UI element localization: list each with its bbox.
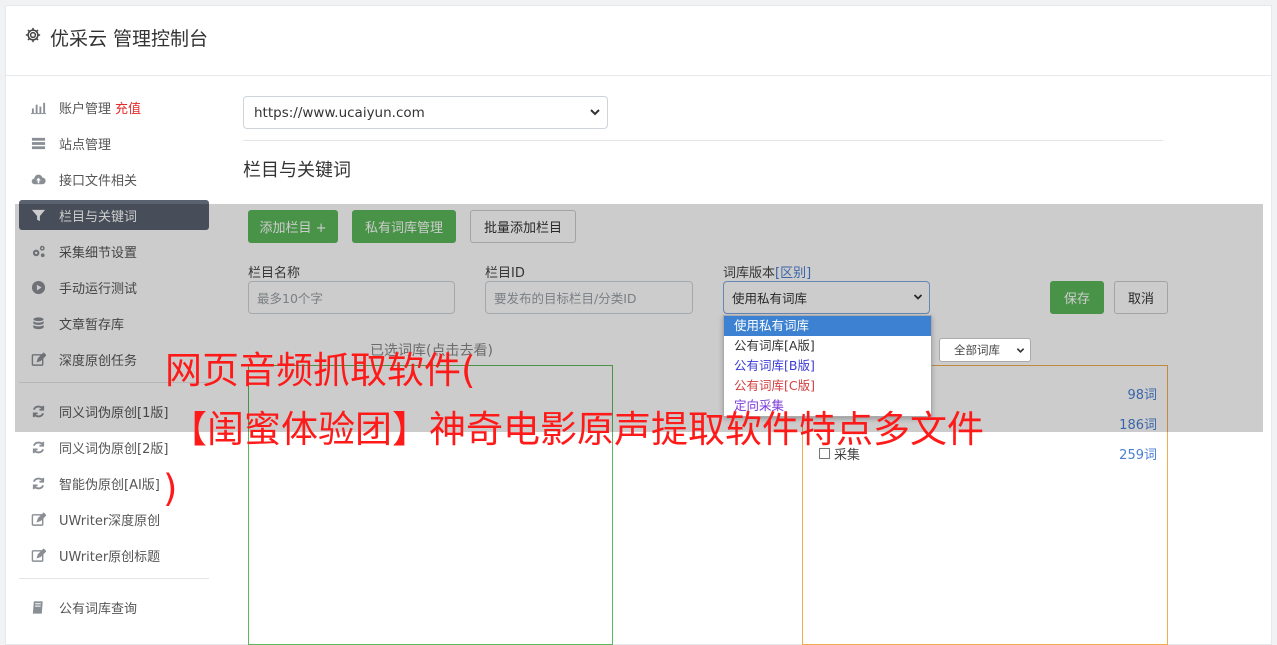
sidebar-item-ai-rewrite[interactable]: 智能伪原创[AI版] — [19, 468, 209, 498]
chevron-down-icon — [590, 109, 600, 116]
watermark-line-1: 网页音频抓取软件( — [165, 349, 476, 392]
sidebar-item-account[interactable]: 账户管理 充值 — [19, 92, 209, 122]
word-count: 259词 — [1119, 448, 1157, 463]
gear-icon — [24, 26, 42, 49]
sidebar-item-uwriter-title[interactable]: UWriter原创标题 — [19, 540, 209, 570]
server-icon — [30, 135, 46, 151]
sidebar-item-label: 同义词伪原创[2版] — [59, 441, 169, 457]
sidebar-item-interface[interactable]: 接口文件相关 — [19, 164, 209, 194]
refresh-icon — [30, 439, 46, 455]
edit-icon — [30, 511, 46, 527]
sidebar-item-label: 智能伪原创[AI版] — [59, 477, 160, 493]
recharge-link[interactable]: 充值 — [115, 98, 141, 117]
chevron-down-icon — [1016, 348, 1025, 353]
lexicon-version-dropdown: 使用私有词库 公有词库[A版] 公有词库[B版] 公有词库[C版] 定向采集 — [723, 315, 932, 417]
watermark-line-3: ) — [163, 467, 178, 510]
app-title: 优采云 管理控制台 — [50, 28, 209, 50]
book-icon — [30, 599, 46, 615]
bar-chart-icon — [30, 99, 46, 115]
dropdown-option[interactable]: 公有词库[A版] — [724, 336, 931, 356]
site-select-value: https://www.ucaiyun.com — [254, 104, 425, 121]
watermark-line-2: 【闺蜜体验团】神奇电影原声提取软件特点多文件 — [170, 408, 984, 451]
divider — [243, 140, 1163, 141]
lexicon-filter-value: 全部词库 — [954, 343, 1000, 357]
refresh-icon — [30, 475, 46, 491]
lexicon-filter-select[interactable]: 全部词库 — [939, 338, 1031, 362]
sidebar-item-label: UWriter原创标题 — [59, 549, 161, 565]
sidebar-item-label: UWriter深度原创 — [59, 513, 161, 529]
brand: 优采云 管理控制台 — [24, 24, 208, 51]
site-select[interactable]: https://www.ucaiyun.com — [243, 96, 608, 129]
cloud-upload-icon — [30, 171, 46, 187]
sidebar-item-label: 站点管理 — [59, 137, 112, 153]
sidebar-item-label: 账户管理 — [59, 101, 112, 117]
sidebar-item-public-lexicon[interactable]: 公有词库查询 — [19, 592, 209, 622]
page-title: 栏目与关键词 — [243, 160, 351, 181]
sidebar-item-label: 接口文件相关 — [59, 173, 138, 189]
dropdown-option[interactable]: 公有词库[B版] — [724, 356, 931, 376]
top-bar: 优采云 管理控制台 — [6, 6, 1271, 76]
edit-icon — [30, 547, 46, 563]
sidebar-item-label: 公有词库查询 — [59, 601, 138, 617]
dim-overlay — [15, 204, 1263, 432]
sidebar-divider — [19, 578, 209, 579]
sidebar-item-uwriter-deep[interactable]: UWriter深度原创 — [19, 504, 209, 534]
dropdown-option[interactable]: 公有词库[C版] — [724, 376, 931, 396]
dropdown-option[interactable]: 使用私有词库 — [724, 316, 931, 336]
sidebar-item-sites[interactable]: 站点管理 — [19, 128, 209, 158]
